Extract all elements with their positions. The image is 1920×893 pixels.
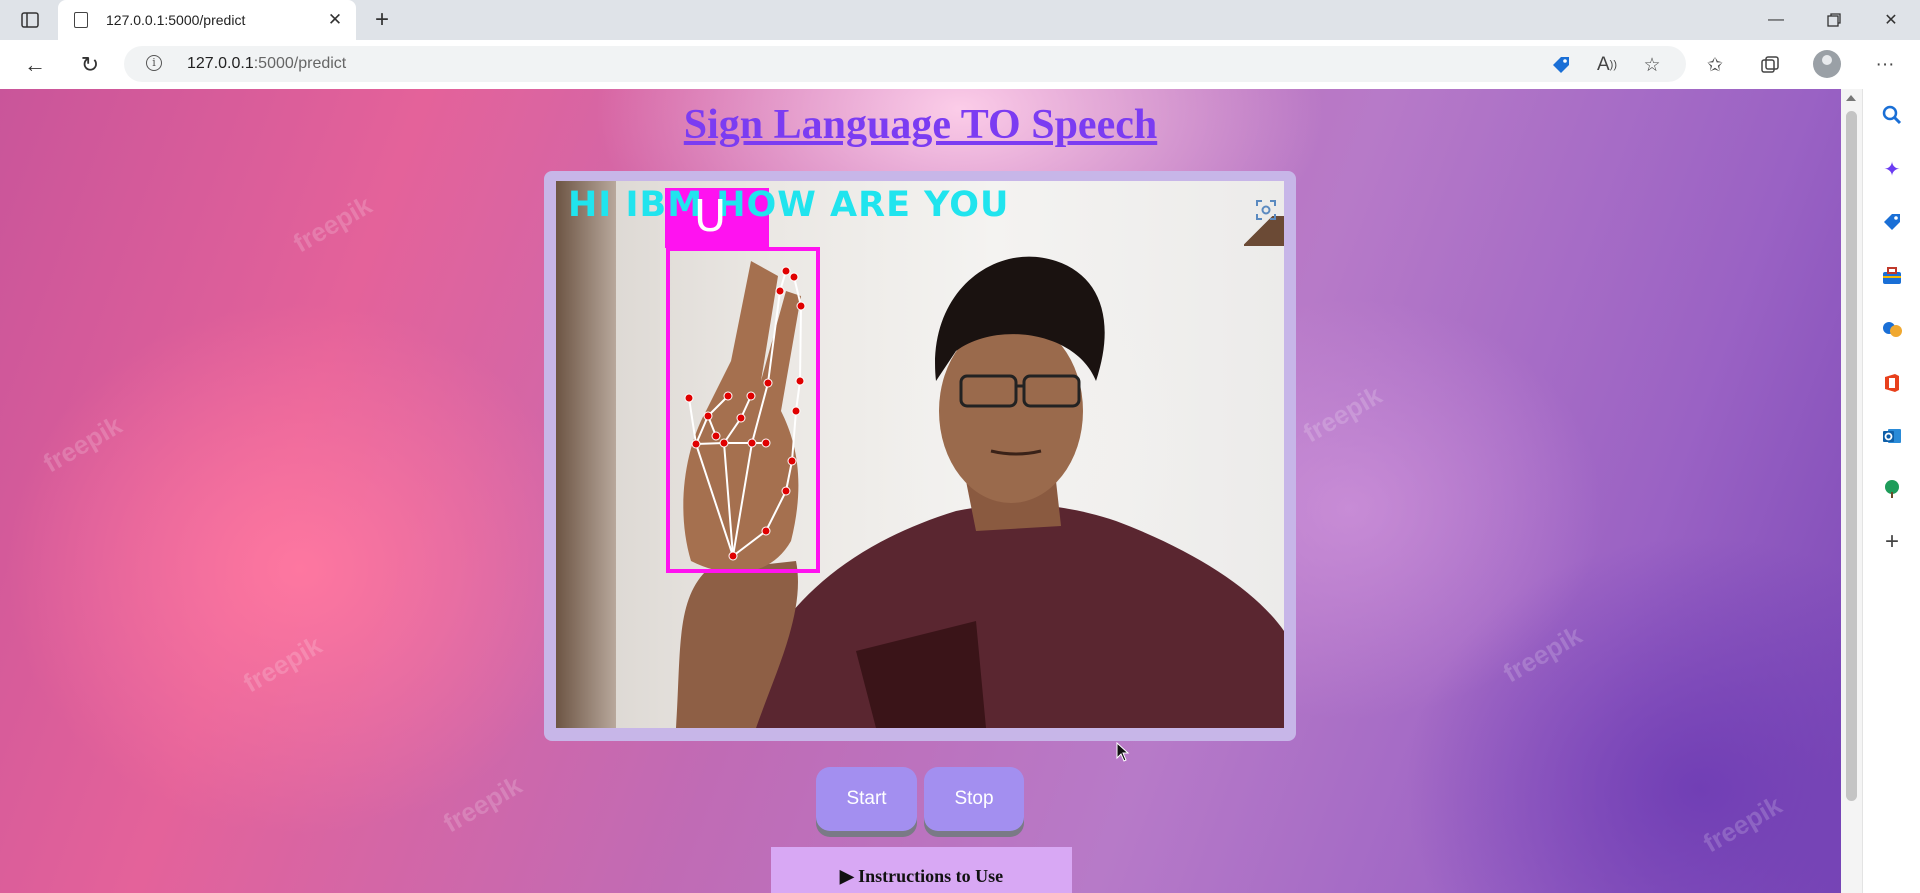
scroll-thumb[interactable]: [1846, 111, 1857, 801]
visual-search-icon[interactable]: [1255, 199, 1277, 221]
tab-actions-icon[interactable]: [14, 8, 46, 32]
minimize-icon[interactable]: —: [1753, 0, 1799, 40]
close-icon[interactable]: ✕: [324, 9, 346, 31]
browser-tab-bar: 127.0.0.1:5000/predict ✕ + — ✕: [0, 0, 1920, 40]
hand-bounding-box: [666, 247, 820, 573]
instructions-label: ▶ Instructions to Use: [839, 866, 1004, 886]
favorites-icon[interactable]: ✩: [1700, 50, 1730, 80]
search-icon[interactable]: [1880, 103, 1904, 127]
instructions-toggle[interactable]: ▶ Instructions to Use: [771, 847, 1072, 893]
stop-button[interactable]: Stop: [924, 767, 1024, 831]
add-favorite-icon[interactable]: ☆: [1637, 50, 1667, 80]
shopping-tag-icon[interactable]: [1546, 50, 1576, 80]
url-host: 127.0.0.1: [187, 55, 254, 72]
more-options-icon[interactable]: ···: [1870, 50, 1900, 80]
scroll-up-icon[interactable]: [1846, 95, 1856, 101]
games-icon[interactable]: [1880, 317, 1904, 341]
outlook-icon[interactable]: [1880, 424, 1904, 448]
read-aloud-icon[interactable]: A)): [1592, 50, 1622, 80]
watermark: freepik: [1297, 379, 1387, 449]
mouse-cursor-icon: [1116, 742, 1130, 762]
url-field[interactable]: i 127.0.0.1:5000/predict: [124, 46, 1686, 82]
restore-icon[interactable]: [1811, 0, 1857, 40]
address-bar: ← ↻ i 127.0.0.1:5000/predict A)) ☆ ✩ ···: [0, 40, 1920, 90]
page-scrollbar[interactable]: [1841, 89, 1862, 893]
watermark: freepik: [1697, 789, 1787, 859]
page-title[interactable]: Sign Language TO Speech: [0, 101, 1841, 149]
back-icon[interactable]: ←: [20, 50, 50, 80]
new-tab-icon[interactable]: +: [368, 6, 396, 34]
start-button[interactable]: Start: [816, 767, 917, 831]
url-text[interactable]: 127.0.0.1:5000/predict: [187, 55, 346, 73]
tree-icon[interactable]: [1880, 477, 1904, 501]
window-close-icon[interactable]: ✕: [1868, 0, 1914, 40]
recognized-caption: HI IBM HOW ARE YOU: [568, 185, 1010, 225]
edge-sidebar: ✦ +: [1862, 89, 1920, 893]
profile-avatar[interactable]: [1813, 50, 1841, 78]
copilot-icon[interactable]: ✦: [1880, 157, 1904, 181]
add-icon[interactable]: +: [1880, 528, 1904, 555]
detected-letter: U: [694, 191, 727, 242]
page-icon: [74, 12, 88, 28]
tools-icon[interactable]: [1880, 264, 1904, 288]
shopping-icon[interactable]: [1880, 210, 1904, 234]
watermark: freepik: [287, 189, 377, 259]
watermark: freepik: [37, 409, 127, 479]
browser-tab[interactable]: 127.0.0.1:5000/predict ✕: [58, 0, 356, 40]
page-content: freepik freepik freepik freepik freepik …: [0, 89, 1841, 893]
reload-icon[interactable]: ↻: [75, 50, 105, 80]
info-icon[interactable]: i: [146, 55, 162, 71]
video-frame: U HI IBM HOW ARE YOU: [544, 171, 1296, 741]
watermark: freepik: [237, 629, 327, 699]
watermark: freepik: [1497, 619, 1587, 689]
tab-title: 127.0.0.1:5000/predict: [106, 12, 246, 28]
webcam-video[interactable]: U HI IBM HOW ARE YOU: [556, 181, 1284, 728]
collections-icon[interactable]: [1755, 50, 1785, 80]
url-path: :5000/predict: [253, 55, 347, 72]
office-icon[interactable]: [1880, 371, 1904, 395]
watermark: freepik: [437, 769, 527, 839]
